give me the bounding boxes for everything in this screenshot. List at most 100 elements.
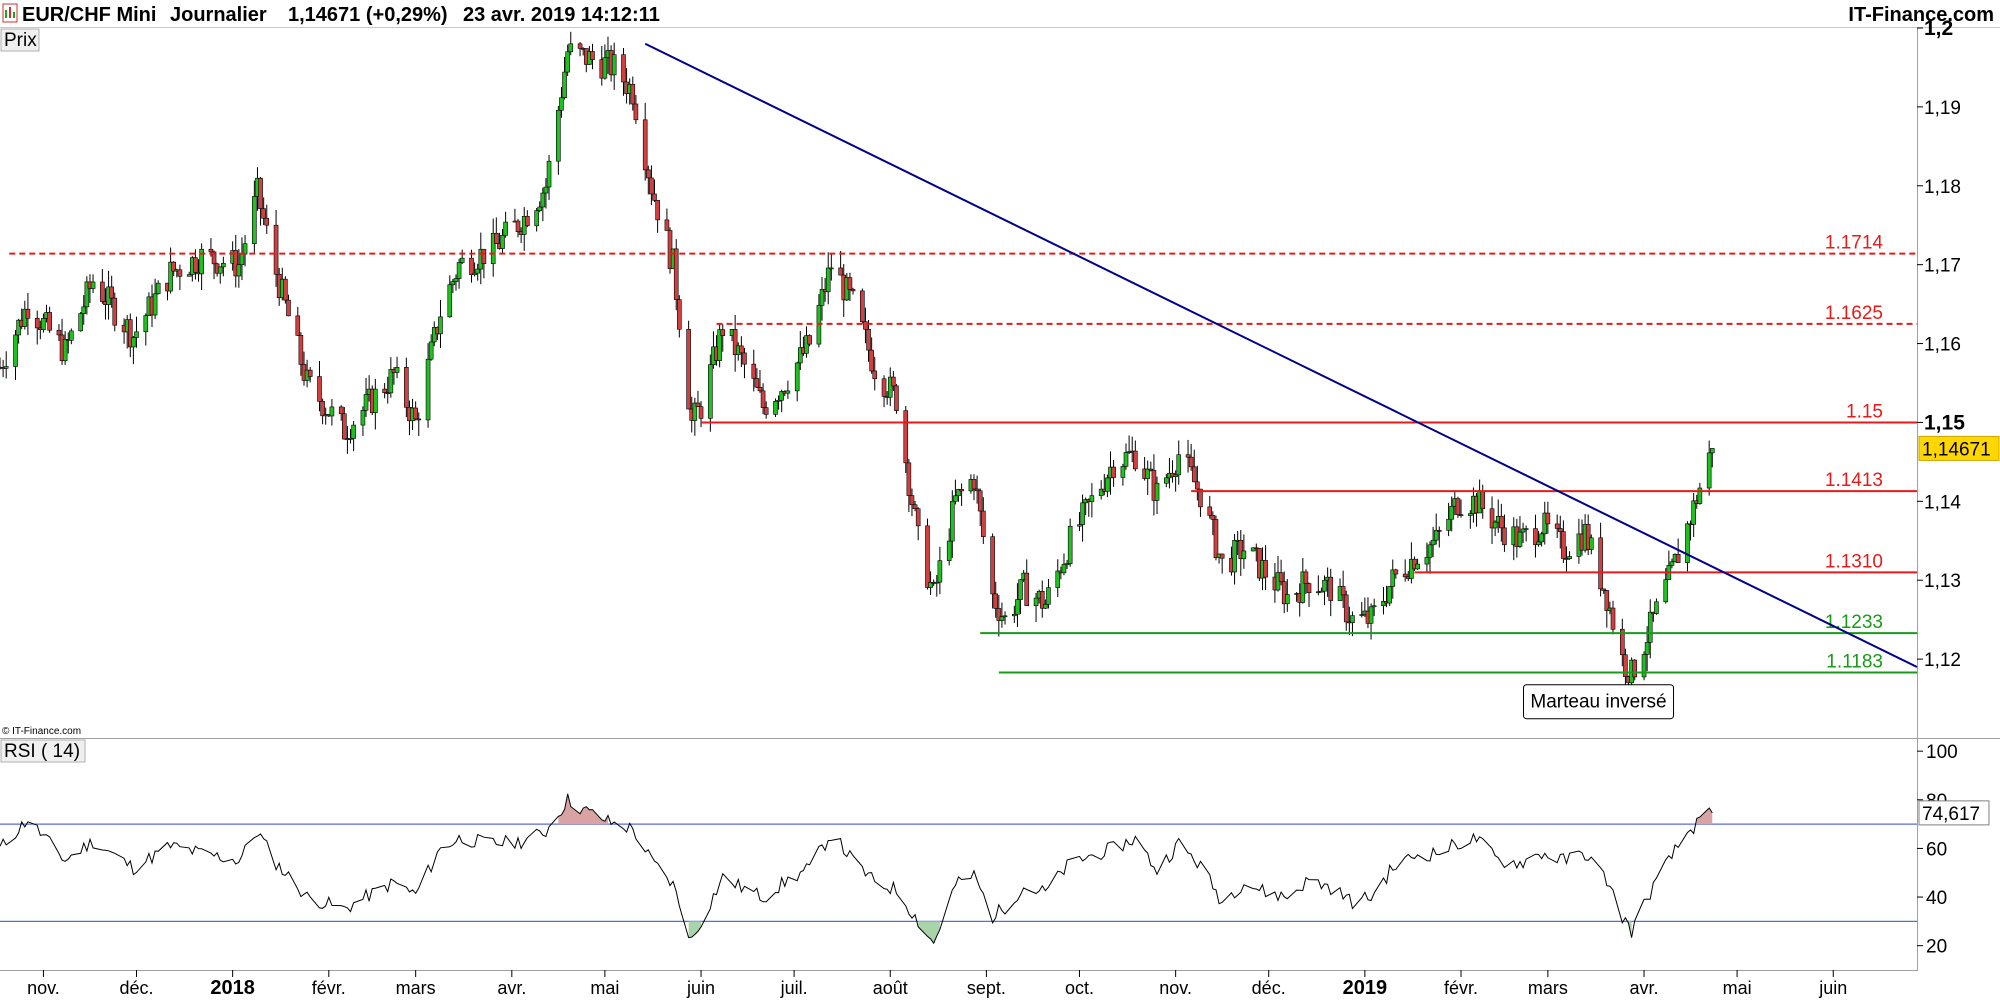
candle-down [652,193,657,201]
candle-down [109,286,114,299]
candle-down [757,386,763,392]
candle-up [152,293,158,316]
candle-down [1499,516,1504,529]
candle-down [286,299,291,317]
candle-up [1061,563,1067,574]
candle-up [829,267,834,270]
candle-up [1232,540,1237,573]
price-panel: 1.1714 1.1625 1.15 1.1413 1.1310 1.1233 1.1183 [0,31,1918,715]
candle-down [742,352,747,365]
price-tick-label: 1,18 [1924,177,1961,198]
candle-up [1427,544,1433,558]
candle-down [1188,456,1194,468]
candle-up [953,495,958,502]
level-label: 1.1714 [1825,233,1884,254]
candle-up [239,253,245,266]
month-label: févr. [312,978,346,998]
candle-down [481,248,487,264]
candle-up [1644,642,1650,655]
candle-down [525,216,530,227]
candle-down [906,462,912,496]
candle-down [909,495,915,506]
candle-down [881,378,887,397]
candle-down [1210,515,1216,520]
candle-up [134,331,139,338]
candle-up [559,97,564,111]
candle-down [1610,607,1616,630]
candle-down [642,119,648,171]
candle-down [1213,519,1219,558]
price-axis: 1,2 1,19 1,18 1,17 1,16 1,15 1,14 1,13 1,12 [1917,17,1965,671]
candle-up [1567,556,1572,560]
candle-up [1433,530,1439,541]
month-label: avr. [1630,978,1659,998]
price-tick-label: 1,12 [1924,650,1961,671]
candle-down [754,378,760,388]
candle-up [556,109,561,162]
candle-down [751,363,757,379]
rsi-oversold-zone [918,921,940,944]
candle-up [1691,500,1696,525]
candle-up [360,409,366,426]
month-label: mai [590,978,619,998]
month-label: mars [396,978,436,998]
candle-down [1195,481,1200,490]
candle-up [708,364,713,419]
candle-down [338,406,344,415]
chart-header: EUR/CHF Mini Journalier 1,14671 (+0,29%)… [0,0,2000,28]
candle-up [568,43,574,53]
candle-down [894,385,899,411]
price-tick-label: 1,2 [1924,17,1953,40]
candle-up [825,267,831,293]
candle-up [236,264,242,277]
candle-up [62,339,68,362]
candle-down [1402,573,1408,578]
price-tick-label: 1,14 [1924,492,1961,513]
candle-down [1604,590,1610,611]
candle-up [1647,611,1653,643]
level-label: 1.1233 [1825,612,1883,633]
candle-down [590,51,595,60]
candle-up [999,616,1005,621]
candle-up [1663,579,1669,603]
candle-up [1588,537,1594,550]
candle-down [655,200,660,221]
candle-up [1067,525,1073,564]
candle-down [416,418,422,421]
level-label: 1.15 [1846,401,1883,422]
price-tick-label: 1,15 [1924,411,1965,434]
candle-up [438,316,443,335]
candle-down [34,318,40,329]
candle-up [329,406,335,417]
candle-down [981,510,986,537]
candle-down [850,289,856,292]
candle-down [860,290,865,322]
last-rsi-tag: 74,617 [1918,800,1990,826]
candle-down [971,479,977,490]
candle-down [1545,512,1551,525]
candle-up [447,284,453,318]
month-label: nov. [1159,978,1192,998]
candle-down [112,297,118,326]
candle-up [537,206,543,211]
candle-up [540,192,546,208]
rsi-panel [0,793,1917,945]
candle-down [1111,466,1116,478]
candle-up [503,221,508,236]
candle-down [925,525,930,588]
candle-down [739,345,744,354]
candle-up [351,424,356,439]
candle-up [1002,615,1008,618]
rsi-tick-label: 20 [1926,937,1947,958]
level-label: 1.1183 [1826,652,1883,673]
candle-up [217,266,223,274]
candle-down [1024,572,1030,606]
candle-up [500,235,505,249]
candle-down [664,219,670,231]
candle-down [1340,586,1346,596]
candle-up [1709,448,1715,454]
month-label: mars [1528,978,1568,998]
header-brand[interactable]: IT-Finance.com [1848,4,1994,26]
month-label: juin [686,978,715,998]
candle-up [534,210,539,227]
